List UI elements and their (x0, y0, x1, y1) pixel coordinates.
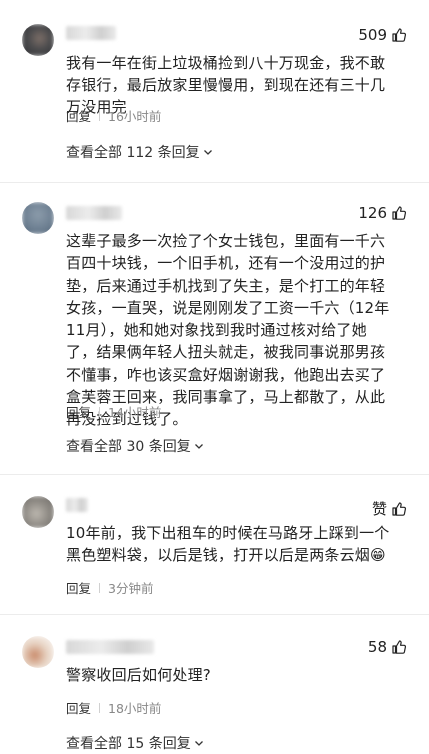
like-count: 58 (367, 638, 387, 656)
reply-button[interactable]: 回复 (66, 402, 91, 421)
like-count: 509 (358, 26, 387, 44)
reply-button[interactable]: 回复 (66, 106, 91, 125)
reply-button[interactable]: 回复 (66, 578, 91, 597)
comment-meta: 回复 18小时前 (66, 698, 161, 717)
avatar[interactable] (22, 202, 54, 234)
like-count: 赞 (371, 500, 387, 518)
view-all-replies[interactable]: 查看全部 15 条回复 (66, 733, 204, 753)
view-all-replies[interactable]: 查看全部 30 条回复 (66, 436, 204, 456)
divider (0, 614, 429, 615)
like-button[interactable]: 赞 (372, 498, 407, 519)
timestamp: 3分钟前 (108, 581, 154, 596)
meta-separator (99, 702, 101, 713)
view-all-label: 查看全部 30 条回复 (66, 439, 191, 455)
like-count: 126 (358, 204, 387, 222)
thumbs-up-icon (392, 501, 407, 516)
thumbs-up-icon (392, 640, 407, 654)
chevron-down-icon (203, 150, 212, 155)
chevron-down-icon (194, 444, 203, 449)
username-blurred[interactable] (66, 206, 122, 220)
thumbs-up-icon (392, 206, 407, 220)
divider (0, 474, 429, 475)
timestamp: 18小时前 (108, 701, 162, 716)
username-blurred[interactable] (66, 640, 154, 654)
timestamp: 16小时前 (108, 109, 162, 124)
username-blurred[interactable] (66, 498, 88, 512)
username-blurred[interactable] (66, 26, 116, 40)
view-all-label: 查看全部 15 条回复 (66, 736, 191, 752)
meta-separator (99, 406, 101, 417)
like-button[interactable]: 58 (368, 638, 407, 656)
view-all-replies[interactable]: 查看全部 112 条回复 (66, 142, 213, 162)
thumbs-up-icon (392, 28, 407, 42)
meta-separator (99, 110, 101, 121)
view-all-label: 查看全部 112 条回复 (66, 145, 200, 161)
comment-meta: 回复 16小时前 (66, 106, 161, 125)
reply-button[interactable]: 回复 (66, 698, 91, 717)
like-button[interactable]: 126 (358, 204, 407, 222)
avatar[interactable] (22, 24, 54, 56)
avatar[interactable] (22, 496, 54, 528)
avatar[interactable] (22, 636, 54, 668)
comment-text: 这辈子最多一次捡了个女士钱包，里面有一千六百四十块钱，一个旧手机，还有一个没用过… (66, 232, 390, 429)
comment-meta: 回复 14小时前 (66, 402, 161, 421)
chevron-down-icon (194, 741, 203, 746)
comment-meta: 回复 3分钟前 (66, 578, 153, 597)
comment-text: 警察收回后如何处理? (66, 666, 211, 684)
comment-text: 10年前，我下出租车的时候在马路牙上踩到一个黑色塑料袋，以后是钱，打开以后是两条… (66, 524, 390, 564)
timestamp: 14小时前 (108, 405, 162, 420)
meta-separator (99, 582, 101, 593)
divider (0, 182, 429, 183)
like-button[interactable]: 509 (358, 26, 407, 44)
